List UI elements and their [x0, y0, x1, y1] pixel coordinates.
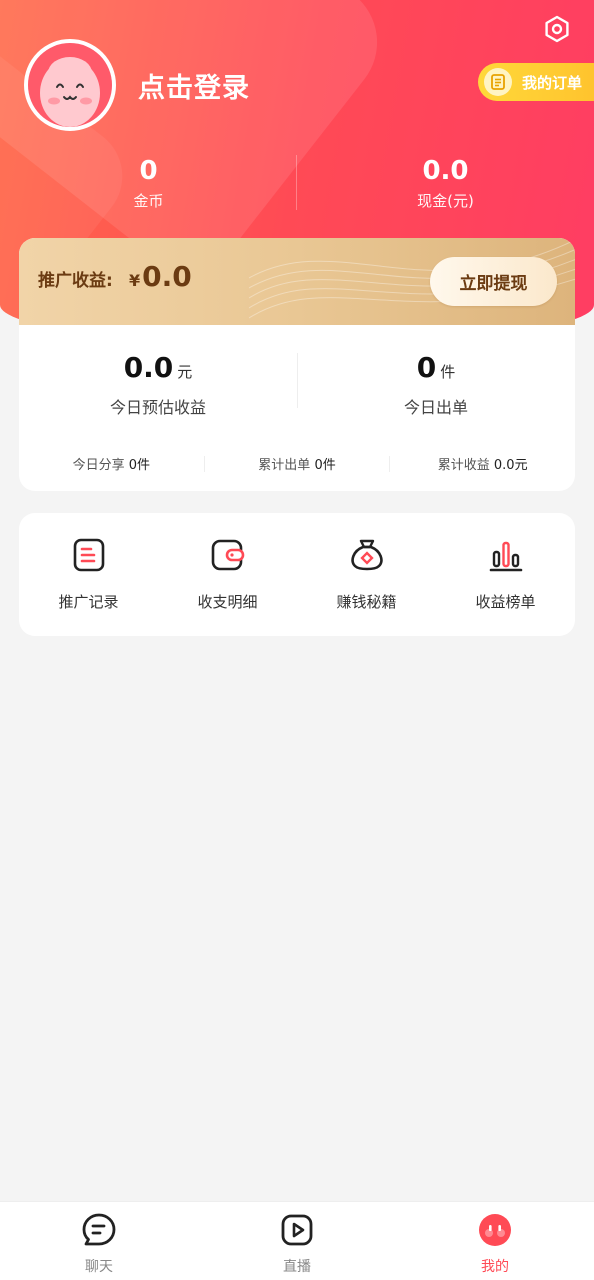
bottom-nav: 聊天 直播 我的	[0, 1201, 594, 1280]
tools-grid: 推广记录 收支明细 赚钱秘籍 收益榜单	[19, 513, 575, 636]
bar-chart-icon	[489, 541, 522, 572]
nav-chat-label: 聊天	[85, 1259, 113, 1275]
money-bag-icon	[350, 539, 383, 571]
my-orders-button[interactable]: 我的订单	[478, 63, 594, 101]
today-estimate-value: 0.0	[123, 351, 174, 384]
today-orders-unit: 件	[440, 363, 456, 381]
money-tips-label: 赚钱秘籍	[336, 593, 397, 611]
today-orders-value: 0	[416, 351, 437, 384]
chat-icon	[82, 1213, 116, 1246]
coins-label: 金币	[133, 192, 164, 210]
promotion-records-button[interactable]: 推广记录	[19, 513, 158, 636]
today-orders-stat[interactable]: 0件 今日出单	[297, 351, 575, 418]
summary-stats-row: 今日分享 0件 累计出单 0件 累计收益 0.0元	[19, 454, 575, 474]
list-doc-icon	[73, 538, 104, 572]
total-orders-stat: 累计出单 0件	[205, 454, 390, 474]
money-tips-button[interactable]: 赚钱秘籍	[297, 513, 436, 636]
income-expense-button[interactable]: 收支明细	[158, 513, 297, 636]
cash-label: 现金(元)	[417, 192, 474, 210]
currency-symbol: ¥	[129, 271, 141, 290]
login-link[interactable]: 点击登录	[138, 66, 250, 105]
promotion-earnings-label: 推广收益:	[38, 271, 113, 291]
my-orders-label: 我的订单	[522, 73, 583, 92]
today-shares-label: 今日分享	[72, 458, 125, 473]
promotion-earnings-amount: ¥0.0	[129, 260, 192, 293]
nav-profile[interactable]: 我的	[396, 1202, 594, 1280]
today-estimate-label: 今日预估收益	[109, 398, 206, 417]
profile-face-icon	[479, 1214, 511, 1246]
total-earnings-label: 累计收益	[437, 458, 490, 473]
promotion-records-label: 推广记录	[58, 593, 119, 611]
total-orders-value: 0件	[314, 458, 336, 473]
nav-live-label: 直播	[283, 1259, 311, 1275]
today-estimate-stat[interactable]: 0.0 元 今日预估收益	[19, 351, 297, 418]
cash-stat[interactable]: 0.0 现金(元)	[297, 156, 594, 211]
coins-stat[interactable]: 0 金币	[0, 156, 297, 211]
total-earnings-stat: 累计收益 0.0元	[390, 454, 575, 474]
settings-icon[interactable]	[540, 12, 574, 46]
today-shares-stat: 今日分享 0件	[19, 454, 204, 474]
order-list-icon	[484, 68, 512, 96]
income-expense-label: 收支明细	[197, 593, 258, 611]
today-orders-label: 今日出单	[403, 398, 468, 417]
earnings-ranking-button[interactable]: 收益榜单	[436, 513, 575, 636]
earnings-amount-value: 0.0	[142, 260, 192, 293]
nav-profile-label: 我的	[481, 1259, 509, 1275]
withdraw-button[interactable]: 立即提现	[430, 257, 557, 306]
cash-value: 0.0	[422, 156, 469, 186]
nav-chat[interactable]: 聊天	[0, 1202, 198, 1280]
earnings-ranking-label: 收益榜单	[475, 593, 536, 611]
earnings-banner: 推广收益: ¥0.0 立即提现	[19, 238, 575, 325]
coins-value: 0	[139, 156, 158, 186]
today-shares-value: 0件	[128, 458, 151, 473]
total-earnings-value: 0.0元	[493, 458, 528, 473]
today-estimate-unit: 元	[177, 363, 193, 381]
wallet-icon	[211, 539, 244, 571]
nav-live[interactable]: 直播	[198, 1202, 396, 1280]
earnings-card: 推广收益: ¥0.0 立即提现 0.0 元 今日预估收益 0件 今日出单 今日分享…	[19, 238, 575, 491]
live-play-icon	[281, 1214, 313, 1246]
total-orders-label: 累计出单	[258, 458, 311, 473]
avatar[interactable]	[24, 39, 116, 131]
